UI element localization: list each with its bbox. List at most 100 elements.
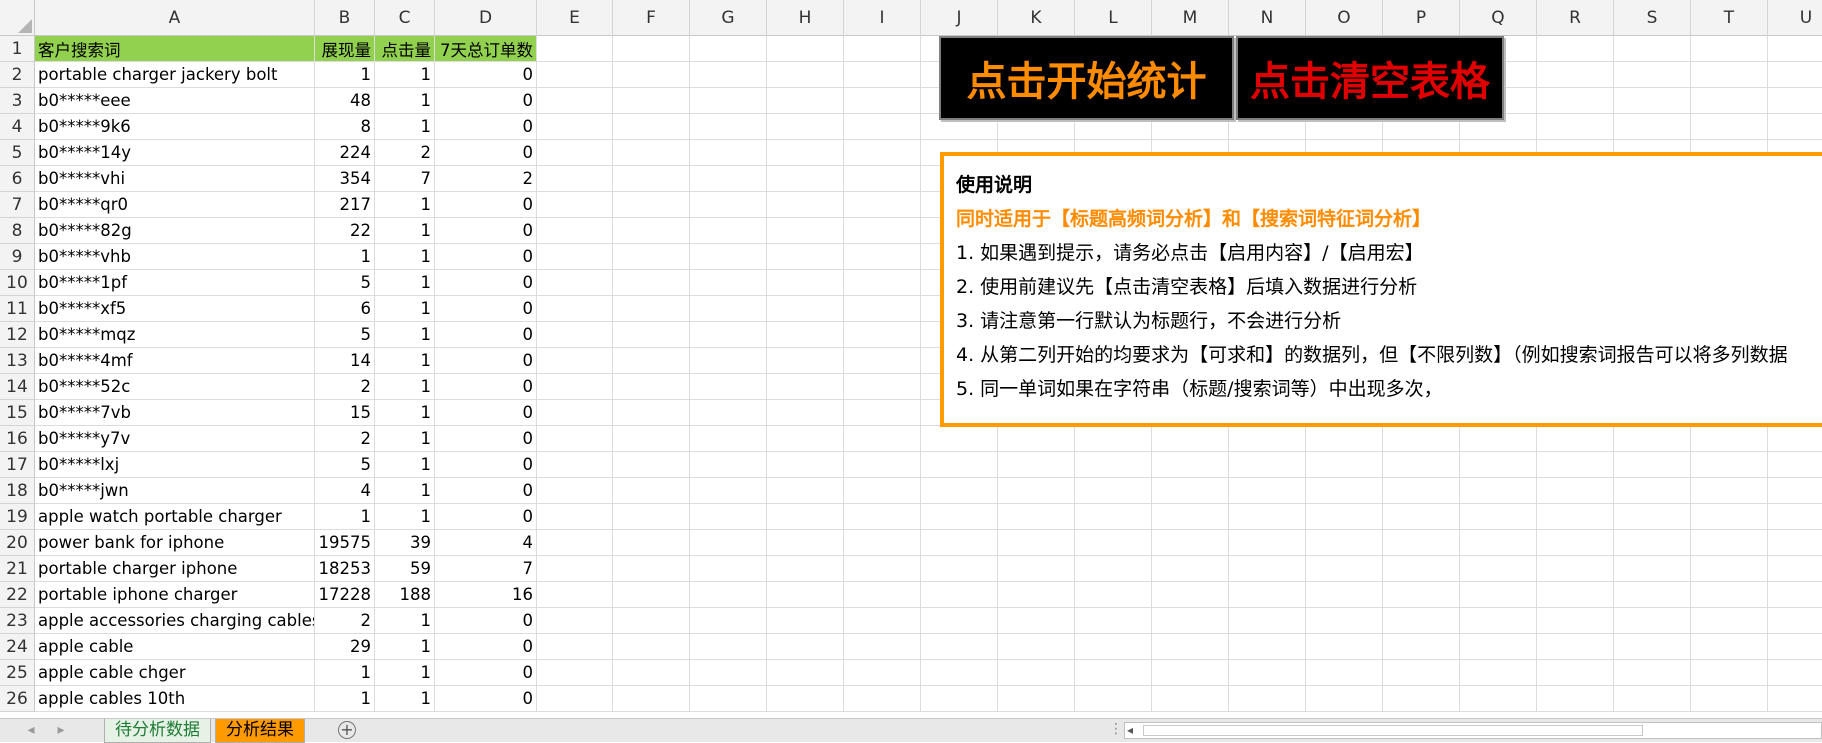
column-header[interactable]: O <box>1306 0 1383 36</box>
empty-cell[interactable] <box>1383 452 1460 478</box>
empty-cell[interactable] <box>1306 686 1383 712</box>
empty-cell[interactable] <box>844 478 921 504</box>
empty-cell[interactable] <box>1306 478 1383 504</box>
empty-cell[interactable] <box>1691 686 1768 712</box>
empty-cell[interactable] <box>1614 452 1691 478</box>
empty-cell[interactable] <box>921 686 998 712</box>
table-header-cell[interactable]: 7天总订单数 <box>435 36 537 62</box>
empty-cell[interactable] <box>1152 504 1229 530</box>
value-cell[interactable]: 354 <box>315 166 375 192</box>
column-header[interactable]: A <box>35 0 315 36</box>
row-header[interactable]: 8 <box>0 218 35 244</box>
row-header[interactable]: 23 <box>0 608 35 634</box>
search-term-cell[interactable]: b0*****82g <box>35 218 315 244</box>
tab-analysis-result[interactable]: 分析结果 <box>215 719 305 743</box>
row-header[interactable]: 19 <box>0 504 35 530</box>
empty-cell[interactable] <box>767 114 844 140</box>
value-cell[interactable]: 0 <box>435 218 537 244</box>
empty-cell[interactable] <box>613 296 690 322</box>
empty-cell[interactable] <box>537 504 613 530</box>
empty-cell[interactable] <box>844 114 921 140</box>
empty-cell[interactable] <box>537 608 613 634</box>
empty-cell[interactable] <box>844 634 921 660</box>
empty-cell[interactable] <box>1383 660 1460 686</box>
empty-cell[interactable] <box>1691 36 1768 62</box>
empty-cell[interactable] <box>1383 686 1460 712</box>
column-header[interactable]: T <box>1691 0 1768 36</box>
empty-cell[interactable] <box>1460 582 1537 608</box>
empty-cell[interactable] <box>998 426 1075 452</box>
value-cell[interactable]: 1 <box>375 426 435 452</box>
value-cell[interactable]: 1 <box>375 348 435 374</box>
empty-cell[interactable] <box>537 400 613 426</box>
value-cell[interactable]: 4 <box>315 478 375 504</box>
value-cell[interactable]: 4 <box>435 530 537 556</box>
empty-cell[interactable] <box>1614 556 1691 582</box>
empty-cell[interactable] <box>1306 660 1383 686</box>
empty-cell[interactable] <box>844 140 921 166</box>
empty-cell[interactable] <box>537 556 613 582</box>
empty-cell[interactable] <box>767 322 844 348</box>
empty-cell[interactable] <box>767 374 844 400</box>
column-header[interactable]: E <box>537 0 613 36</box>
empty-cell[interactable] <box>1537 62 1614 88</box>
search-term-cell[interactable]: portable iphone charger <box>35 582 315 608</box>
row-header[interactable]: 16 <box>0 426 35 452</box>
empty-cell[interactable] <box>921 426 998 452</box>
empty-cell[interactable] <box>844 244 921 270</box>
row-header[interactable]: 5 <box>0 140 35 166</box>
empty-cell[interactable] <box>921 452 998 478</box>
empty-cell[interactable] <box>767 244 844 270</box>
value-cell[interactable]: 7 <box>375 166 435 192</box>
empty-cell[interactable] <box>844 686 921 712</box>
empty-cell[interactable] <box>844 530 921 556</box>
row-header[interactable]: 4 <box>0 114 35 140</box>
row-header[interactable]: 6 <box>0 166 35 192</box>
empty-cell[interactable] <box>767 686 844 712</box>
value-cell[interactable]: 17228 <box>315 582 375 608</box>
empty-cell[interactable] <box>613 374 690 400</box>
empty-cell[interactable] <box>1383 530 1460 556</box>
row-header[interactable]: 13 <box>0 348 35 374</box>
empty-cell[interactable] <box>690 140 767 166</box>
empty-cell[interactable] <box>690 114 767 140</box>
empty-cell[interactable] <box>1152 608 1229 634</box>
empty-cell[interactable] <box>767 530 844 556</box>
column-header[interactable]: S <box>1614 0 1691 36</box>
search-term-cell[interactable]: b0*****qr0 <box>35 192 315 218</box>
empty-cell[interactable] <box>1229 504 1306 530</box>
value-cell[interactable]: 0 <box>435 608 537 634</box>
empty-cell[interactable] <box>1614 686 1691 712</box>
empty-cell[interactable] <box>1614 62 1691 88</box>
empty-cell[interactable] <box>767 218 844 244</box>
value-cell[interactable]: 2 <box>315 608 375 634</box>
value-cell[interactable]: 1 <box>315 244 375 270</box>
row-header[interactable]: 12 <box>0 322 35 348</box>
empty-cell[interactable] <box>613 166 690 192</box>
empty-cell[interactable] <box>1614 608 1691 634</box>
empty-cell[interactable] <box>1614 634 1691 660</box>
search-term-cell[interactable]: b0*****52c <box>35 374 315 400</box>
column-header[interactable]: L <box>1075 0 1152 36</box>
empty-cell[interactable] <box>767 582 844 608</box>
row-header[interactable]: 15 <box>0 400 35 426</box>
empty-cell[interactable] <box>1691 504 1768 530</box>
empty-cell[interactable] <box>1537 582 1614 608</box>
value-cell[interactable]: 1 <box>375 686 435 712</box>
empty-cell[interactable] <box>1691 62 1768 88</box>
search-term-cell[interactable]: b0*****y7v <box>35 426 315 452</box>
empty-cell[interactable] <box>613 348 690 374</box>
search-term-cell[interactable]: b0*****mqz <box>35 322 315 348</box>
empty-cell[interactable] <box>1229 426 1306 452</box>
empty-cell[interactable] <box>690 660 767 686</box>
empty-cell[interactable] <box>1152 478 1229 504</box>
value-cell[interactable]: 0 <box>435 270 537 296</box>
row-header[interactable]: 7 <box>0 192 35 218</box>
scroll-left-icon[interactable]: ◂ <box>1127 723 1133 737</box>
value-cell[interactable]: 0 <box>435 478 537 504</box>
value-cell[interactable]: 1 <box>375 504 435 530</box>
empty-cell[interactable] <box>613 478 690 504</box>
value-cell[interactable]: 0 <box>435 192 537 218</box>
row-header[interactable]: 9 <box>0 244 35 270</box>
empty-cell[interactable] <box>690 166 767 192</box>
